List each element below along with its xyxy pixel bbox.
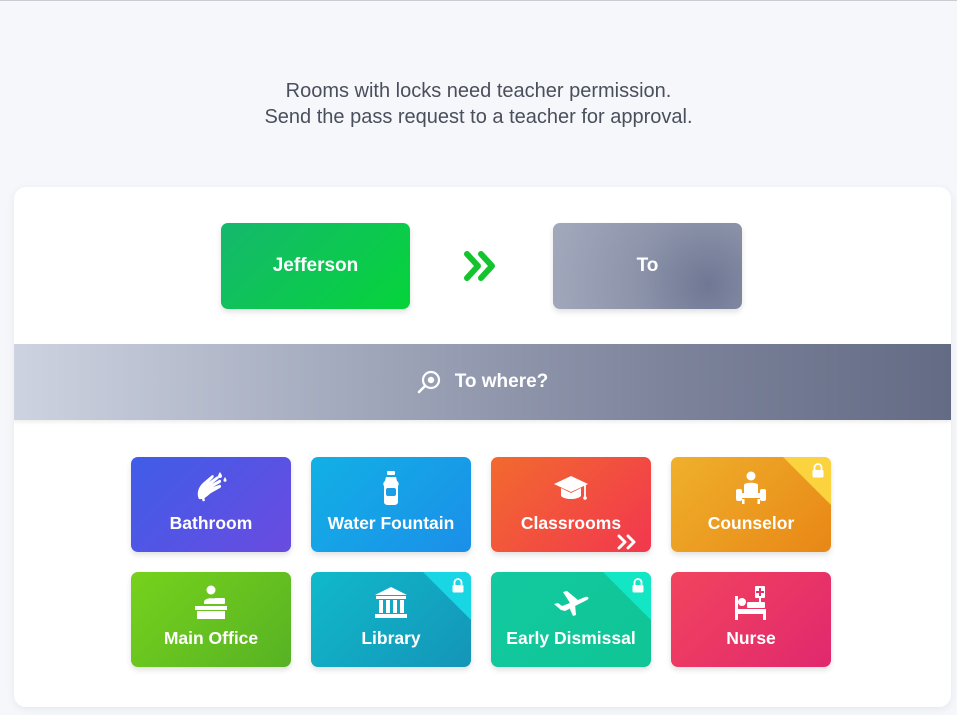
origin-room-label: Jefferson [272, 255, 359, 276]
tile-label: Bathroom [169, 513, 253, 533]
destination-tile-bathroom[interactable]: Bathroom [131, 457, 291, 552]
destination-room-button[interactable]: To [553, 223, 742, 309]
tile-label: Water Fountain [327, 513, 455, 533]
hands-washing-icon [131, 469, 291, 507]
notice-line-1: Rooms with locks need teacher permission… [285, 80, 672, 102]
tile-label: Nurse [726, 628, 776, 648]
tile-label: Early Dismissal [506, 628, 636, 648]
destination-tile-classrooms[interactable]: Classrooms [491, 457, 651, 552]
destination-search-bar[interactable]: To where? [14, 344, 951, 420]
tile-label: Main Office [163, 628, 259, 648]
destination-tile-nurse[interactable]: Nurse [671, 572, 831, 667]
tile-label: Counselor [707, 513, 795, 533]
search-icon [417, 370, 440, 394]
destination-tile-counselor[interactable]: Counselor [671, 457, 831, 552]
destination-tile-early-dismissal[interactable]: Early Dismissal [491, 572, 651, 667]
permission-notice: Rooms with locks need teacher permission… [0, 78, 957, 130]
notice-line-2: Send the pass request to a teacher for a… [264, 106, 693, 128]
graduation-cap-icon [491, 469, 651, 507]
search-label: To where? [454, 371, 549, 392]
airplane-icon [491, 584, 651, 622]
counselor-icon [671, 469, 831, 507]
tile-label: Classrooms [520, 513, 622, 533]
double-chevron-right-icon [464, 251, 495, 281]
destination-tile-library[interactable]: Library [311, 572, 471, 667]
pass-card: Jefferson To To where? Bathroom Water Fo… [14, 187, 951, 707]
library-building-icon [311, 584, 471, 622]
double-chevron-right-icon [617, 534, 636, 550]
nurse-bed-icon [671, 584, 831, 622]
destination-tile-water-fountain[interactable]: Water Fountain [311, 457, 471, 552]
top-divider [0, 0, 957, 1]
office-desk-icon [131, 584, 291, 622]
destination-room-label: To [636, 255, 659, 276]
origin-room-button[interactable]: Jefferson [221, 223, 410, 309]
water-bottle-icon [311, 469, 471, 507]
destination-tile-main-office[interactable]: Main Office [131, 572, 291, 667]
tile-label: Library [361, 628, 421, 648]
